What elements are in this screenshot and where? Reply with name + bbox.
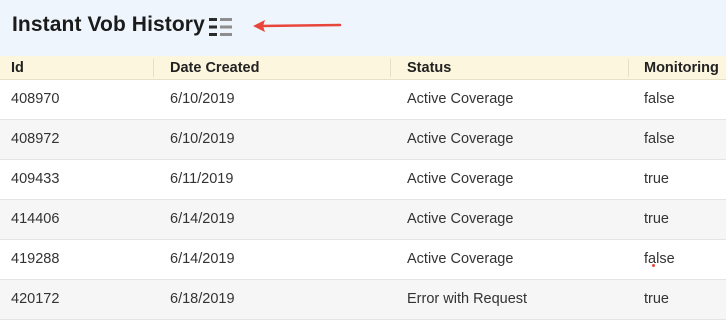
cell-date-created: 6/11/2019: [170, 171, 234, 187]
cell-monitoring: false: [644, 91, 675, 107]
cell-monitoring: true: [644, 291, 669, 307]
cell-status: Active Coverage: [407, 171, 514, 187]
cell-date-created: 6/18/2019: [170, 291, 235, 307]
table-row[interactable]: 419288 6/14/2019 Active Coverage false: [0, 240, 726, 280]
table-row[interactable]: 408972 6/10/2019 Active Coverage false: [0, 120, 726, 160]
annotation-dot: [652, 264, 655, 267]
cell-id: 408972: [11, 131, 60, 147]
cell-status: Error with Request: [407, 291, 528, 307]
page-title: Instant Vob History: [12, 13, 205, 36]
column-header-date-created[interactable]: Date Created: [170, 56, 259, 80]
cell-monitoring: false: [644, 131, 675, 147]
cell-status: Active Coverage: [407, 131, 514, 147]
cell-id: 420172: [11, 291, 60, 307]
column-header-id[interactable]: Id: [11, 56, 24, 80]
arrow-left-icon: [253, 20, 342, 32]
cell-monitoring: true: [644, 211, 669, 227]
table-row[interactable]: 420172 6/18/2019 Error with Request true: [0, 280, 726, 320]
cell-id: 408970: [11, 91, 60, 107]
cell-date-created: 6/10/2019: [170, 91, 235, 107]
cell-date-created: 6/10/2019: [170, 131, 235, 147]
list-view-icon[interactable]: [208, 16, 234, 38]
cell-id: 409433: [11, 171, 60, 187]
cell-monitoring: true: [644, 171, 669, 187]
table-header: Id Date Created Status Monitoring: [0, 56, 726, 80]
cell-monitoring: false: [644, 251, 675, 267]
page-header: Instant Vob History: [0, 0, 726, 56]
table-row[interactable]: 409433 6/11/2019 Active Coverage true: [0, 160, 726, 200]
cell-status: Active Coverage: [407, 91, 514, 107]
cell-date-created: 6/14/2019: [170, 251, 235, 267]
column-separator[interactable]: [390, 59, 391, 77]
column-header-monitoring[interactable]: Monitoring: [644, 56, 719, 80]
column-separator[interactable]: [628, 59, 629, 77]
cell-status: Active Coverage: [407, 211, 514, 227]
column-header-status[interactable]: Status: [407, 56, 451, 80]
table-row[interactable]: 414406 6/14/2019 Active Coverage true: [0, 200, 726, 240]
vob-history-table: 408970 6/10/2019 Active Coverage false 4…: [0, 80, 726, 320]
cell-date-created: 6/14/2019: [170, 211, 235, 227]
table-row[interactable]: 408970 6/10/2019 Active Coverage false: [0, 80, 726, 120]
column-separator[interactable]: [153, 59, 154, 77]
cell-status: Active Coverage: [407, 251, 514, 267]
cell-id: 414406: [11, 211, 60, 227]
cell-id: 419288: [11, 251, 60, 267]
